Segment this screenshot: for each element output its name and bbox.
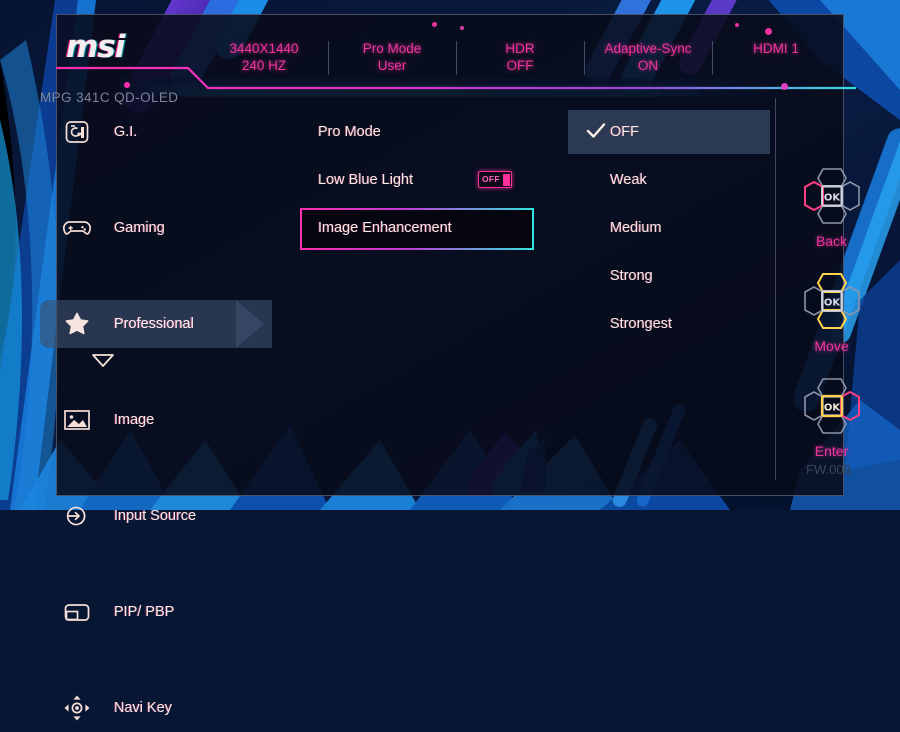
value-strong[interactable]: Strong [548, 252, 763, 300]
accent-dot-top-a [735, 23, 739, 27]
navi-key-icon [61, 692, 93, 724]
option-image-enhancement[interactable]: Image Enhancement [300, 204, 550, 252]
nav-back-button[interactable]: OK Back [784, 165, 879, 249]
firmware-version: FW.008 [806, 462, 851, 477]
accent-dot-right [781, 83, 788, 90]
option-pro-mode[interactable]: Pro Mode [300, 108, 550, 156]
input-arrow-icon [61, 500, 93, 532]
sidebar-item-professional[interactable]: Professional [40, 300, 296, 348]
joystick-updown-icon: OK [803, 273, 860, 329]
model-name: MPG 341C QD-OLED [40, 90, 179, 105]
status-bar: 3440X1440 240 HZ Pro Mode User HDR OFF A… [200, 40, 840, 82]
status-input-line1: HDMI 1 [753, 41, 799, 56]
accent-dot-top-d [460, 26, 464, 30]
svg-text:OK: OK [823, 298, 841, 309]
status-adaptive-sync-line1: Adaptive-Sync [604, 41, 692, 56]
nav-label: Move [814, 338, 849, 354]
option-label: Low Blue Light [318, 172, 414, 188]
value-label: Strong [610, 268, 653, 284]
star-icon [61, 308, 93, 340]
msi-logo: msi [66, 29, 125, 65]
status-pro-mode-line1: Pro Mode [362, 41, 422, 56]
low-blue-light-toggle-badge[interactable]: OFF [478, 171, 512, 188]
sidebar-item-label: Professional [114, 316, 194, 332]
nav-move-button[interactable]: OK Move [784, 270, 879, 354]
option-label: Pro Mode [318, 124, 381, 140]
gi-icon [61, 116, 93, 148]
nav-label: Enter [814, 443, 849, 459]
status-adaptive-sync-line2: ON [637, 58, 659, 73]
value-label: Medium [610, 220, 662, 236]
nav-enter-button[interactable]: OK Enter [784, 375, 879, 459]
value-off[interactable]: OFF [548, 108, 770, 156]
chevron-down-icon[interactable] [90, 352, 116, 373]
sidebar-item-navi-key[interactable]: Navi Key [56, 684, 296, 732]
sidebar-item-label: Navi Key [114, 700, 173, 716]
accent-dot-top-c [432, 22, 437, 27]
sidebar-item-label: Gaming [114, 220, 165, 236]
accent-dot-top-b [765, 28, 772, 35]
sidebar-item-gaming[interactable]: Gaming [56, 204, 296, 252]
sidebar-item-gi[interactable]: G.I. [56, 108, 296, 156]
nav-button-panel: OK Back OK Move OK Enter [784, 165, 879, 480]
svg-text:OK: OK [823, 403, 841, 414]
status-resolution: 3440X1440 240 HZ [200, 40, 328, 74]
sidebar-item-label: PIP/ PBP [114, 604, 175, 620]
sidebar-item-input-source[interactable]: Input Source [56, 492, 296, 540]
toggle-badge-block [502, 173, 510, 186]
status-adaptive-sync: Adaptive-Sync ON [584, 40, 712, 75]
accent-dot-left [124, 82, 130, 88]
status-hdr: HDR OFF [456, 40, 584, 75]
picture-icon [61, 404, 93, 436]
value-medium[interactable]: Medium [548, 204, 763, 252]
value-label: Weak [610, 172, 647, 188]
option-low-blue-light[interactable]: Low Blue Light OFF [300, 156, 550, 204]
option-label: Image Enhancement [318, 220, 452, 236]
options-column: Pro Mode Low Blue Light OFF Image Enhanc… [300, 108, 550, 252]
values-column: OFF Weak Medium Strong Strongest [548, 108, 770, 348]
status-pro-mode: Pro Mode User [328, 40, 456, 75]
sidebar-item-image[interactable]: Image [56, 396, 296, 444]
value-label: Strongest [610, 316, 673, 332]
value-strongest[interactable]: Strongest [548, 300, 763, 348]
toggle-badge-text: OFF [482, 174, 500, 185]
pip-icon [61, 596, 93, 628]
sidebar-item-label: Image [114, 412, 155, 428]
nav-label: Back [815, 233, 848, 249]
gamepad-icon [61, 212, 93, 244]
status-hdr-line2: OFF [506, 58, 534, 73]
status-resolution-line2: 240 HZ [241, 58, 287, 73]
sidebar-item-pip-pbp[interactable]: PIP/ PBP [56, 588, 296, 636]
joystick-left-icon: OK [803, 168, 860, 224]
status-pro-mode-line2: User [377, 58, 407, 73]
status-resolution-line1: 3440X1440 [229, 41, 299, 56]
sidebar-item-label: Input Source [114, 508, 197, 524]
joystick-ok-icon: OK [803, 378, 860, 434]
sidebar-item-label: G.I. [114, 124, 138, 140]
sidebar-menu: G.I. Gaming Professional Image Input Sou… [40, 108, 296, 721]
svg-text:OK: OK [823, 193, 841, 204]
nav-panel-divider [775, 98, 776, 480]
status-hdr-line1: HDR [505, 41, 535, 56]
value-label: OFF [610, 124, 639, 140]
status-input: HDMI 1 [712, 40, 840, 75]
value-weak[interactable]: Weak [548, 156, 763, 204]
